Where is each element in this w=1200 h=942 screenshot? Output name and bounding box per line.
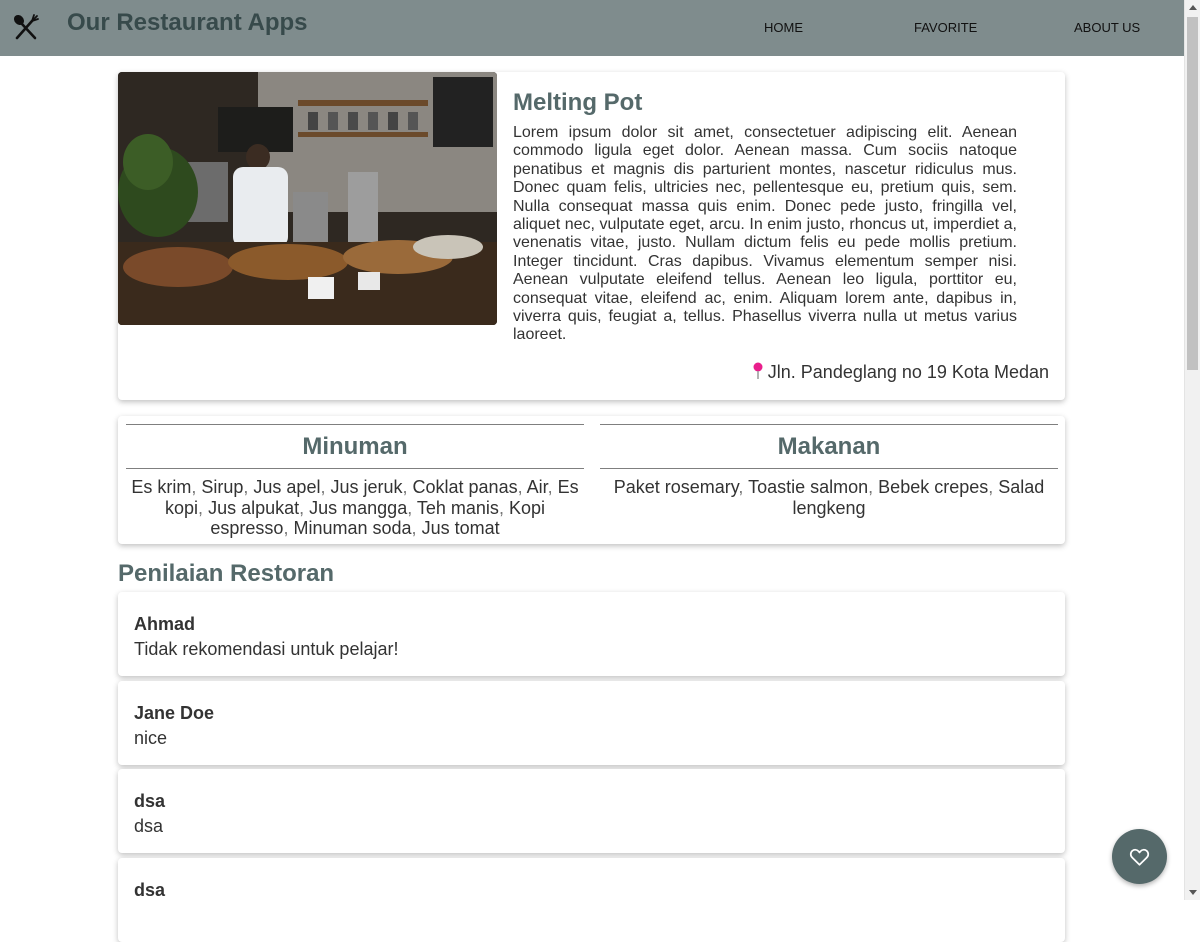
nav-favorite[interactable]: FAVORITE xyxy=(914,20,977,35)
menu-item: Air xyxy=(526,477,548,497)
review-text: dsa xyxy=(134,816,164,836)
menu-item-separator: , xyxy=(198,497,209,518)
menu-item: Coklat panas xyxy=(412,477,518,497)
reviewer-name: Ahmad xyxy=(134,614,196,634)
drinks-list: Es krim, Sirup, Jus apel, Jus jeruk, Cok… xyxy=(126,477,584,539)
menu-item: Es krim xyxy=(131,477,192,497)
menu-item-separator: , xyxy=(517,477,527,497)
menu-item: Paket rosemary xyxy=(613,477,739,497)
address-text: Jln. Pandeglang no 19 Kota Medan xyxy=(767,362,1049,382)
menu-item: Minuman soda xyxy=(293,518,412,538)
review-card: Ahmad Tidak rekomendasi untuk pelajar! xyxy=(118,592,1065,676)
scroll-down-arrow-icon[interactable] xyxy=(1189,890,1197,895)
menu-item: Sirup xyxy=(201,477,244,497)
restaurant-description: Lorem ipsum dolor sit amet, consectetuer… xyxy=(513,124,1017,344)
reviewer-name: Jane Doe xyxy=(134,703,215,723)
nav-about-us[interactable]: ABOUT US xyxy=(1074,20,1140,35)
heart-outline-icon xyxy=(1129,848,1150,866)
menu-item: Jus tomat xyxy=(421,518,500,538)
review-card: dsa dsa xyxy=(118,769,1065,853)
scrollbar-thumb[interactable] xyxy=(1187,17,1198,370)
foods-title: Makanan xyxy=(600,424,1058,469)
drinks-title: Minuman xyxy=(126,424,584,469)
menu-item: Jus mangga xyxy=(309,497,408,518)
restaurant-name: Melting Pot xyxy=(513,89,643,116)
menu-item: Bebek crepes xyxy=(878,477,989,497)
review-card: dsa xyxy=(118,858,1065,942)
restaurant-address: Jln. Pandeglang no 19 Kota Medan xyxy=(752,362,1049,383)
restaurant-image xyxy=(118,72,497,325)
reviews-heading: Penilaian Restoran xyxy=(118,560,335,587)
menu-item-separator: , xyxy=(243,477,254,497)
menu-item: Teh manis xyxy=(416,497,499,518)
reviewer-name: dsa xyxy=(134,880,166,900)
fork-knife-icon xyxy=(13,14,39,40)
menu-item-separator: , xyxy=(988,477,999,497)
menu-item-separator: , xyxy=(738,477,749,497)
menu-item: Jus jeruk xyxy=(330,477,403,497)
drinks-column: Minuman Es krim, Sirup, Jus apel, Jus je… xyxy=(126,424,584,539)
menu-item-separator: , xyxy=(407,497,417,518)
foods-column: Makanan Paket rosemary, Toastie salmon, … xyxy=(600,424,1058,518)
restaurant-photo xyxy=(118,72,497,325)
menu-item-separator: , xyxy=(320,477,331,497)
favorite-button[interactable] xyxy=(1112,829,1167,884)
app-title: Our Restaurant Apps xyxy=(67,9,308,36)
menu-item-separator: , xyxy=(299,497,310,518)
review-card: Jane Doe nice xyxy=(118,681,1065,765)
review-text: Tidak rekomendasi untuk pelajar! xyxy=(134,639,399,659)
pushpin-icon xyxy=(753,362,763,379)
menu-item-separator: , xyxy=(283,518,294,538)
menu-item-separator: , xyxy=(547,477,558,497)
menu-item-separator: , xyxy=(498,497,509,518)
page-scrollbar[interactable] xyxy=(1184,0,1200,900)
menu-item-separator: , xyxy=(411,518,422,538)
scroll-up-arrow-icon[interactable] xyxy=(1189,5,1197,10)
menu-item: Jus apel xyxy=(253,477,321,497)
menu-item: Jus alpukat xyxy=(208,497,300,518)
review-text: nice xyxy=(134,728,168,748)
menu-item-separator: , xyxy=(402,477,413,497)
restaurant-detail-card: Melting Pot Lorem ipsum dolor sit amet, … xyxy=(118,72,1065,400)
menu-item: Toastie salmon xyxy=(748,477,869,497)
menu-item-separator: , xyxy=(868,477,879,497)
nav-home[interactable]: HOME xyxy=(764,20,803,35)
reviewer-name: dsa xyxy=(134,791,166,811)
menu-card: Minuman Es krim, Sirup, Jus apel, Jus je… xyxy=(118,416,1065,544)
app-header: Our Restaurant Apps HOME FAVORITE ABOUT … xyxy=(0,0,1184,56)
menu-item-separator: , xyxy=(191,477,202,497)
foods-list: Paket rosemary, Toastie salmon, Bebek cr… xyxy=(600,477,1058,518)
